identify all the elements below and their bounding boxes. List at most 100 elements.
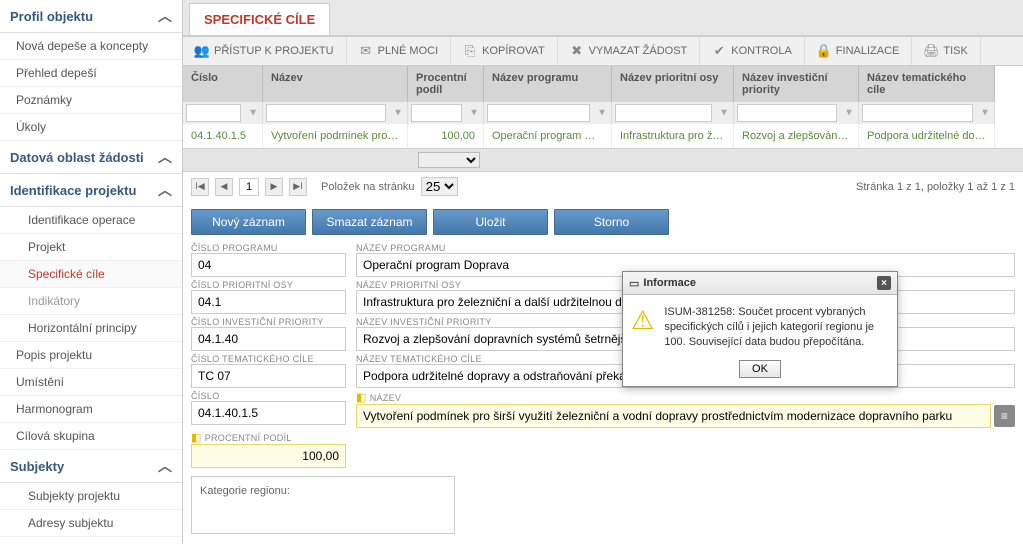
toolbar-kopirovat[interactable]: ⎘KOPÍROVAT xyxy=(451,37,558,65)
toolbar-vymazat[interactable]: ✖ VYMAZAT ŽÁDOST xyxy=(558,37,701,65)
sidebar-item-projekt[interactable]: Projekt xyxy=(0,234,182,261)
filter-nazev-osy[interactable] xyxy=(615,104,712,122)
col-nazev-osy[interactable]: Název prioritní osy xyxy=(612,66,734,102)
input-nazev[interactable] xyxy=(356,404,991,428)
sidebar-item-prehled[interactable]: Přehled depeší xyxy=(0,60,182,87)
col-nazev-programu[interactable]: Název programu xyxy=(484,66,612,102)
ok-button[interactable]: OK xyxy=(739,360,781,378)
chevron-up-icon: ︿ xyxy=(158,456,172,476)
pager-first[interactable]: I◀ xyxy=(191,178,209,196)
pager-info: Stránka 1 z 1, položky 1 až 1 z 1 xyxy=(856,181,1015,193)
sidebar-item-adresy[interactable]: Adresy subjektu xyxy=(0,510,182,537)
col-cislo[interactable]: Číslo xyxy=(183,66,263,102)
close-icon[interactable]: × xyxy=(877,276,891,290)
input-cislo-tem[interactable] xyxy=(191,364,346,388)
input-procentni[interactable] xyxy=(191,444,346,468)
lock-icon: 🔒 xyxy=(817,44,831,58)
filter-icon[interactable]: ▼ xyxy=(248,108,258,119)
section-label: Identifikace projektu xyxy=(10,183,136,198)
filter-icon[interactable]: ▼ xyxy=(393,108,403,119)
input-cislo[interactable] xyxy=(191,401,346,425)
pager-next[interactable]: ▶ xyxy=(265,178,283,196)
sidebar-section-identifikace[interactable]: Identifikace projektu︿ xyxy=(0,174,182,207)
toolbar-plne-moci[interactable]: ✉PLNÉ MOCI xyxy=(347,37,452,65)
toolbar-finalizace[interactable]: 🔒 FINALIZACE xyxy=(805,37,913,65)
sidebar-item-umisteni[interactable]: Umístění xyxy=(0,369,182,396)
col-nazev-investicni[interactable]: Název investiční priority xyxy=(734,66,859,102)
filter-icon[interactable]: ▼ xyxy=(980,108,990,119)
sidebar-item-horizontalni[interactable]: Horizontální principy xyxy=(0,315,182,342)
chevron-up-icon: ︿ xyxy=(158,6,172,26)
toolbar-tisk[interactable]: 🖨TISK xyxy=(912,37,980,65)
grid-summary-row xyxy=(183,148,1023,172)
filter-icon[interactable]: ▼ xyxy=(597,108,607,119)
label-nazev-programu: NÁZEV PROGRAMU xyxy=(356,243,1015,253)
print-icon: 🖨 xyxy=(924,44,938,58)
sidebar-section-profil[interactable]: Profil objektu︿ xyxy=(0,0,182,33)
pager-prev[interactable]: ◀ xyxy=(215,178,233,196)
required-icon: ◧ xyxy=(191,431,202,444)
filter-nazev-investicni[interactable] xyxy=(737,104,837,122)
dialog-message: ISUM-381258: Součet procent vybraných sp… xyxy=(664,305,889,350)
label-cislo-tem: ČÍSLO TEMATICKÉHO CÍLE xyxy=(191,354,346,364)
filter-cislo[interactable] xyxy=(186,104,241,122)
toolbar-label: FINALIZACE xyxy=(836,45,900,57)
save-button[interactable]: Uložit xyxy=(433,209,548,235)
sidebar-section-subjekty[interactable]: Subjekty︿ xyxy=(0,450,182,483)
cell-nazev-investicni: Rozvoj a zlepšování dopr... xyxy=(734,124,859,148)
lookup-icon[interactable]: ≡ xyxy=(994,405,1015,427)
filter-icon[interactable]: ▼ xyxy=(469,108,479,119)
dialog-titlebar: ▭Informace × xyxy=(623,272,897,295)
delete-icon: ✖ xyxy=(570,44,584,58)
toolbar-label: PLNÉ MOCI xyxy=(378,45,439,57)
col-nazev-tematickeho[interactable]: Název tematického cíle xyxy=(859,66,995,102)
data-grid: Číslo Název Procentní podíl Název progra… xyxy=(183,66,1023,172)
copy-icon: ⎘ xyxy=(463,44,477,58)
sidebar-item-nova-depese[interactable]: Nová depeše a koncepty xyxy=(0,33,182,60)
sidebar-item-popis[interactable]: Popis projektu xyxy=(0,342,182,369)
people-icon: 👥 xyxy=(195,44,209,58)
filter-icon[interactable]: ▼ xyxy=(719,108,729,119)
summary-select[interactable] xyxy=(418,152,480,168)
sidebar-item-poznamky[interactable]: Poznámky xyxy=(0,87,182,114)
cell-nazev-programu: Operační program Doprava xyxy=(484,124,612,148)
sidebar-item-ukoly[interactable]: Úkoly xyxy=(0,114,182,141)
cell-nazev: Vytvoření podmínek pro širší vy... xyxy=(263,124,408,148)
filter-nazev[interactable] xyxy=(266,104,386,122)
filter-nazev-programu[interactable] xyxy=(487,104,590,122)
sidebar-item-specificke-cile[interactable]: Specifické cíle xyxy=(0,261,182,288)
info-dialog: ▭Informace × ⚠ ISUM-381258: Součet proce… xyxy=(622,271,898,387)
toolbar-label: VYMAZAT ŽÁDOST xyxy=(589,45,688,57)
sidebar-item-subjekty-projektu[interactable]: Subjekty projektu xyxy=(0,483,182,510)
col-nazev[interactable]: Název xyxy=(263,66,408,102)
filter-procentni[interactable] xyxy=(411,104,462,122)
sidebar-section-datova[interactable]: Datová oblast žádosti︿ xyxy=(0,141,182,174)
sidebar-item-indikatory[interactable]: Indikátory xyxy=(0,288,182,315)
pager-last[interactable]: ▶I xyxy=(289,178,307,196)
delete-record-button[interactable]: Smazat záznam xyxy=(312,209,427,235)
sidebar-item-identifikace-operace[interactable]: Identifikace operace xyxy=(0,207,182,234)
dialog-title: Informace xyxy=(643,277,696,289)
pager-current[interactable] xyxy=(239,178,259,196)
cancel-button[interactable]: Storno xyxy=(554,209,669,235)
sidebar-item-harmonogram[interactable]: Harmonogram xyxy=(0,396,182,423)
cell-nazev-tematickeho: Podpora udržitelné dopra... xyxy=(859,124,995,148)
toolbar: 👥PŘÍSTUP K PROJEKTU ✉PLNÉ MOCI ⎘KOPÍROVA… xyxy=(183,36,1023,66)
input-cislo-osy[interactable] xyxy=(191,290,346,314)
sidebar-item-cilova[interactable]: Cílová skupina xyxy=(0,423,182,450)
grid-filter-row: ▼ ▼ ▼ ▼ ▼ ▼ ▼ xyxy=(183,102,1023,124)
input-cislo-programu[interactable] xyxy=(191,253,346,277)
per-page-select[interactable]: 25 xyxy=(421,177,458,196)
toolbar-pristup[interactable]: 👥PŘÍSTUP K PROJEKTU xyxy=(183,37,347,65)
table-row[interactable]: 04.1.40.1.5 Vytvoření podmínek pro širší… xyxy=(183,124,1023,148)
col-procentni[interactable]: Procentní podíl xyxy=(408,66,484,102)
tab-specificke-cile[interactable]: SPECIFICKÉ CÍLE xyxy=(189,3,330,35)
filter-nazev-tematickeho[interactable] xyxy=(862,104,973,122)
label-cislo-inv: ČÍSLO INVESTIČNÍ PRIORITY xyxy=(191,317,346,327)
filter-icon[interactable]: ▼ xyxy=(844,108,854,119)
new-record-button[interactable]: Nový záznam xyxy=(191,209,306,235)
input-cislo-inv[interactable] xyxy=(191,327,346,351)
action-buttons: Nový záznam Smazat záznam Uložit Storno xyxy=(183,201,1023,243)
toolbar-kontrola[interactable]: ✔KONTROLA xyxy=(700,37,805,65)
sidebar-item-osoby[interactable]: Osoby subjektu xyxy=(0,537,182,544)
